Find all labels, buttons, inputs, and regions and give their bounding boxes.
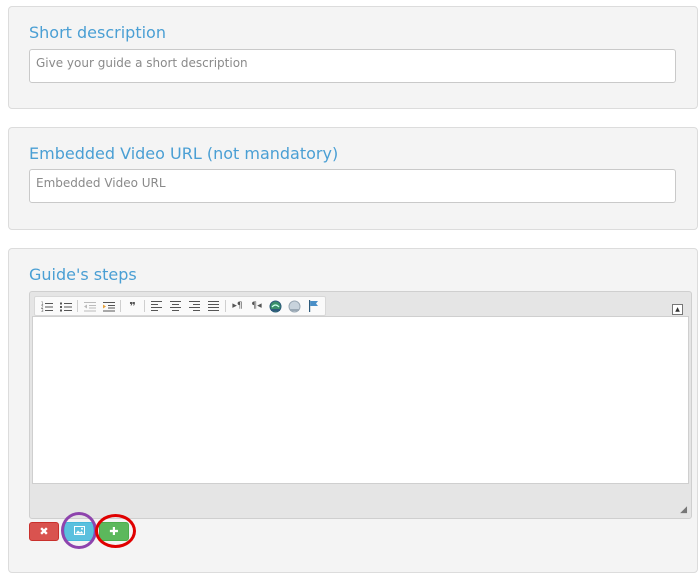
video-url-section: Embedded Video URL (not mandatory) Embed… (8, 127, 698, 230)
svg-text:3: 3 (41, 308, 44, 312)
anchor-icon[interactable] (304, 298, 323, 314)
rtl-icon[interactable]: ¶◂ (247, 298, 266, 314)
outdent-icon[interactable] (80, 298, 99, 314)
align-left-icon[interactable] (147, 298, 166, 314)
video-url-heading: Embedded Video URL (not mandatory) (29, 144, 339, 163)
short-description-input[interactable]: Give your guide a short description (29, 49, 676, 83)
guide-steps-heading: Guide's steps (29, 265, 137, 284)
blockquote-icon[interactable]: ❞ (123, 298, 142, 314)
ltr-icon[interactable]: ▸¶ (228, 298, 247, 314)
short-description-placeholder: Give your guide a short description (36, 56, 248, 70)
toolbar-separator (120, 300, 121, 312)
indent-icon[interactable] (99, 298, 118, 314)
video-url-input[interactable]: Embedded Video URL (29, 169, 676, 203)
link-icon[interactable] (266, 298, 285, 314)
short-description-heading: Short description (29, 23, 166, 42)
unlink-icon[interactable] (285, 298, 304, 314)
short-description-section: Short description Give your guide a shor… (8, 6, 698, 109)
highlight-circle-red (95, 514, 136, 548)
toolbar-separator (77, 300, 78, 312)
numbered-list-icon[interactable]: 123 (37, 298, 56, 314)
align-right-icon[interactable] (185, 298, 204, 314)
close-icon: ✖ (39, 525, 49, 538)
justify-icon[interactable] (204, 298, 223, 314)
video-url-placeholder: Embedded Video URL (36, 176, 166, 190)
delete-step-button[interactable]: ✖ (29, 522, 59, 541)
editor-toolbar: 123 ❞ ▸¶ ¶◂ (34, 296, 326, 316)
toolbar-separator (144, 300, 145, 312)
align-center-icon[interactable] (166, 298, 185, 314)
bulleted-list-icon[interactable] (56, 298, 75, 314)
editor-content-area[interactable] (32, 316, 689, 484)
rich-text-editor: 123 ❞ ▸¶ ¶◂ ▲ ◢ (29, 291, 692, 519)
resize-handle-icon[interactable]: ◢ (680, 505, 687, 515)
highlight-circle-purple (61, 512, 97, 549)
toolbar-separator (225, 300, 226, 312)
collapse-toolbar-button[interactable]: ▲ (672, 304, 683, 315)
